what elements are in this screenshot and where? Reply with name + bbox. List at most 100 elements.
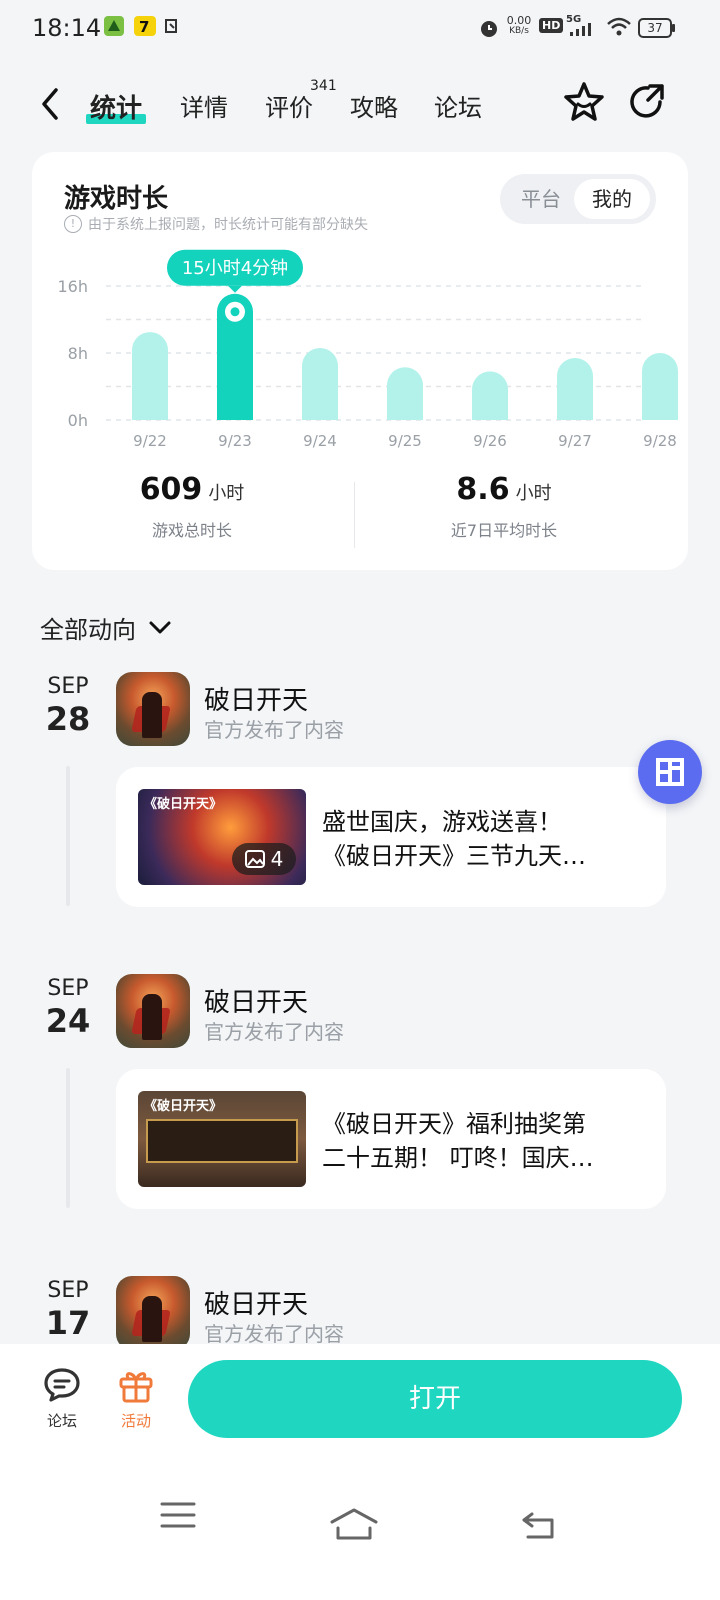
reviews-count-badge: 341 <box>310 78 337 94</box>
wifi-icon <box>606 16 632 42</box>
x-tick-label: 9/26 <box>473 432 507 450</box>
stats-divider <box>354 482 355 548</box>
thumb-banner <box>146 1119 298 1163</box>
tab-stats[interactable]: 统计 <box>90 88 142 125</box>
forum-label: 论坛 <box>46 1412 77 1430</box>
image-count-badge: 4 <box>232 843 296 875</box>
post-text: 盛世国庆，游戏送喜！ 《破日开天》三节九天… <box>322 805 642 873</box>
entry-action: 官方发布了内容 <box>204 1322 344 1346</box>
chart-bar <box>557 358 593 420</box>
top-nav: 统计 详情 评价 341 攻略 论坛 <box>0 72 720 142</box>
y-tick-label: 8h <box>68 344 88 363</box>
tab-guides[interactable]: 攻略 <box>350 88 398 123</box>
y-tick-label: 16h <box>58 277 89 296</box>
chart-bar <box>132 332 168 420</box>
net-speed: 0.00 KB/s <box>504 15 534 37</box>
entry-day: 28 <box>45 700 91 738</box>
entry-game-name[interactable]: 破日开天 <box>204 982 308 1019</box>
app-icon-2: 7 <box>134 16 156 40</box>
image-count: 4 <box>270 847 284 871</box>
tab-reviews[interactable]: 评价 <box>265 88 313 123</box>
game-avatar[interactable] <box>116 672 190 746</box>
total-stat: 609 小时 游戏总时长 <box>92 472 292 541</box>
chart-bar <box>642 353 678 420</box>
average-stat: 8.6 小时 近7日平均时长 <box>404 472 604 541</box>
app-icon-1 <box>104 16 124 40</box>
image-icon <box>244 850 265 868</box>
post-line: 盛世国庆，游戏送喜！ <box>322 808 562 836</box>
post-line: 《破日开天》三节九天… <box>322 842 586 870</box>
chart-bar <box>302 347 338 420</box>
alarm-icon <box>478 17 500 43</box>
open-game-button[interactable]: 打开 <box>188 1360 682 1438</box>
x-tick-label: 9/27 <box>558 432 592 450</box>
entry-action: 官方发布了内容 <box>204 1020 344 1044</box>
feed-filter-label: 全部动向 <box>40 616 136 644</box>
play-time-card: 游戏时长 ! 由于系统上报问题，时长统计可能有部分缺失 平台 我的 16h 8h 0… <box>32 152 688 570</box>
chart-tooltip-text: 15小时4分钟 <box>182 258 288 279</box>
post-line: 《破日开天》福利抽奖第 <box>322 1110 586 1138</box>
floating-widget-button[interactable] <box>638 740 702 804</box>
activity-label: 活动 <box>120 1412 151 1430</box>
post-card[interactable]: 《破日开天》 4 盛世国庆，游戏送喜！ 《破日开天》三节九天… <box>116 767 666 907</box>
x-tick-label: 9/28 <box>643 432 677 450</box>
timeline-line <box>66 766 70 906</box>
average-caption: 近7日平均时长 <box>450 521 558 540</box>
tab-forum[interactable]: 论坛 <box>434 88 482 123</box>
app-icon-3 <box>162 16 182 40</box>
status-bar: 18:14 7 0.00 KB/s HD 5G 37 <box>0 0 720 56</box>
post-thumbnail: 《破日开天》 4 <box>138 789 306 885</box>
game-avatar[interactable] <box>116 974 190 1048</box>
highlight-marker-inner <box>230 307 240 317</box>
hd-icon: HD <box>539 18 564 33</box>
x-tick-label: 9/23 <box>218 432 252 450</box>
status-time: 18:14 <box>32 14 102 42</box>
timeline-line <box>66 1068 70 1208</box>
cube-icon <box>656 758 684 786</box>
net-speed-value: 0.00 <box>506 14 532 27</box>
post-thumbnail: 《破日开天》 <box>138 1091 306 1187</box>
x-tick-label: 9/25 <box>388 432 422 450</box>
chart-bar <box>387 367 423 420</box>
chart-tooltip-pointer <box>228 285 242 293</box>
play-time-chart: 16h 8h 0h 9/22 9/23 15小时4分钟 9/24 9/25 9/26 9/27 9/… <box>58 249 678 450</box>
entry-game-name[interactable]: 破日开天 <box>204 680 308 717</box>
x-tick-label: 9/24 <box>303 432 337 450</box>
y-tick-label: 0h <box>68 411 88 430</box>
thumb-title: 《破日开天》 <box>144 1099 223 1114</box>
post-line: 二十五期！ 叮咚！国庆… <box>322 1144 594 1172</box>
forum-icon <box>44 1368 80 1402</box>
thumb-title: 《破日开天》 <box>144 797 223 812</box>
battery-level: 37 <box>647 21 663 35</box>
entry-day: 24 <box>45 1002 91 1040</box>
net-speed-unit: KB/s <box>509 26 529 36</box>
star-icon[interactable] <box>562 80 606 128</box>
feed-filter-dropdown[interactable]: 全部动向 <box>40 610 172 645</box>
bottom-action-bar: 论坛 活动 打开 <box>0 1344 720 1600</box>
entry-game-name[interactable]: 破日开天 <box>204 1284 308 1321</box>
tab-details[interactable]: 详情 <box>180 88 228 123</box>
entry-month: SEP <box>47 976 89 1001</box>
menu-icon[interactable] <box>160 1500 196 1534</box>
total-caption: 游戏总时长 <box>151 521 232 540</box>
gift-icon <box>119 1372 153 1403</box>
entry-month: SEP <box>47 674 89 699</box>
chart-bar <box>472 371 508 420</box>
average-value: 8.6 <box>456 472 510 507</box>
home-icon[interactable] <box>330 1508 378 1546</box>
back-icon[interactable] <box>36 86 66 126</box>
total-unit: 小时 <box>208 483 245 504</box>
total-value: 609 <box>139 472 203 507</box>
share-icon[interactable] <box>626 82 668 128</box>
average-unit: 小时 <box>515 483 552 504</box>
entry-action: 官方发布了内容 <box>204 718 344 742</box>
battery-icon: 37 <box>638 18 675 38</box>
back-nav-icon[interactable] <box>520 1510 556 1544</box>
entry-month: SEP <box>47 1278 89 1303</box>
activity-shortcut[interactable]: 活动 <box>106 1366 166 1431</box>
game-avatar[interactable] <box>116 1276 190 1350</box>
svg-text:7: 7 <box>139 18 149 36</box>
post-card[interactable]: 《破日开天》 《破日开天》福利抽奖第 二十五期！ 叮咚！国庆… <box>116 1069 666 1209</box>
entry-day: 17 <box>45 1304 91 1342</box>
forum-shortcut[interactable]: 论坛 <box>32 1366 92 1431</box>
